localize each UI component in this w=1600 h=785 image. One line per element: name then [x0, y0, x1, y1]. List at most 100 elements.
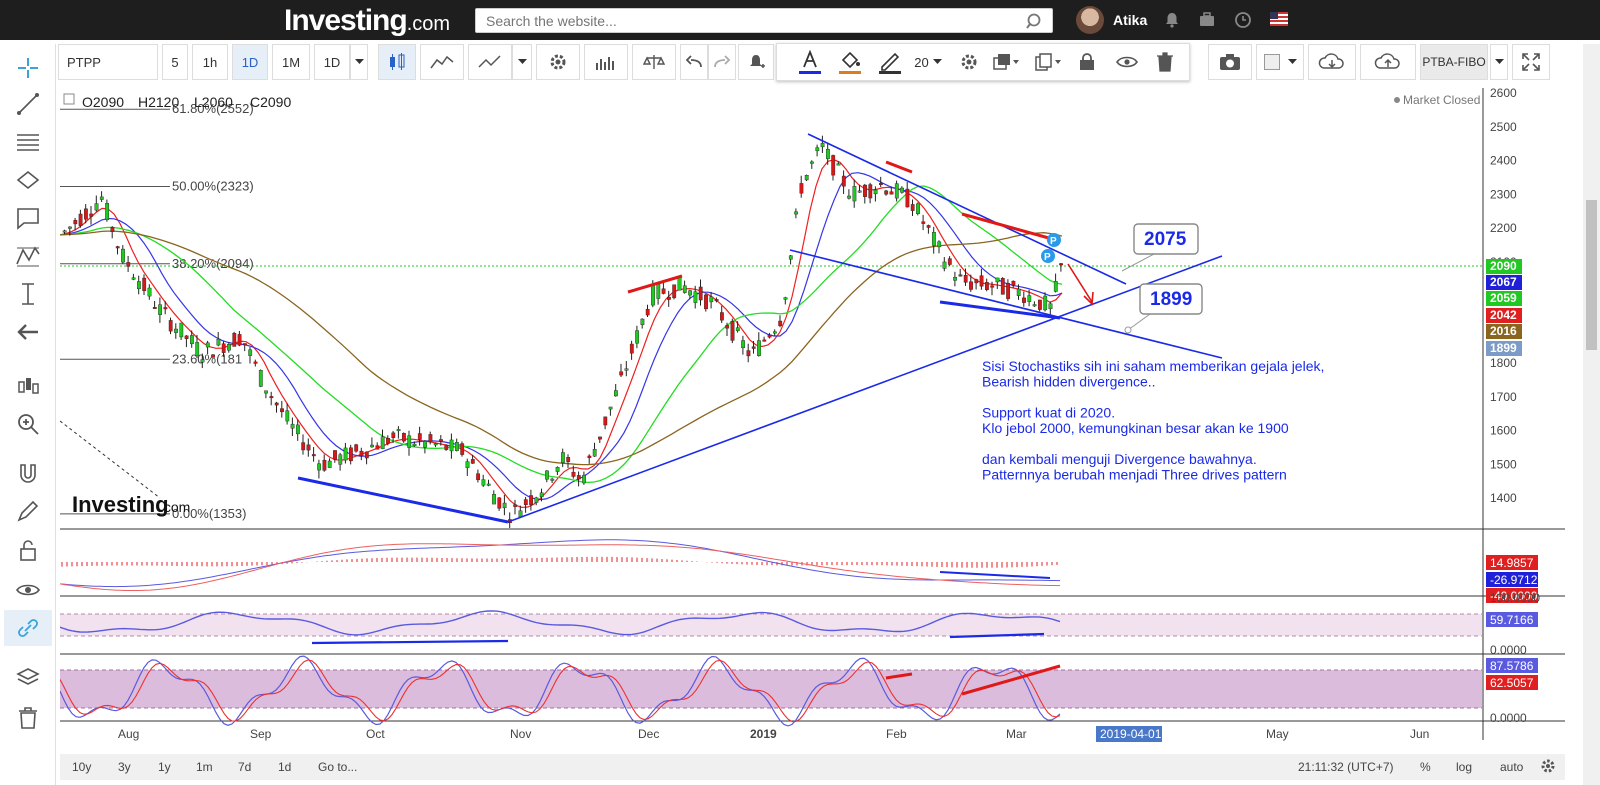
interval-dropdown-button[interactable] — [350, 44, 368, 80]
indicators-button[interactable] — [584, 44, 628, 80]
moving-averages — [60, 159, 1063, 509]
candlestick-icon — [390, 53, 405, 70]
fibonacci-retracement[interactable]: 61.80%(2552)50.00%(2323)38.20%(2094)23.6… — [59, 101, 254, 521]
time-axis-label: Feb — [886, 727, 907, 741]
investing-watermark-suffix: .com — [160, 499, 190, 515]
cloud-load-button[interactable] — [1308, 44, 1356, 80]
area-chart-button[interactable] — [420, 44, 464, 80]
scrollbar-thumb[interactable] — [1586, 200, 1597, 350]
background-color-button[interactable] — [1256, 44, 1304, 80]
candle-body — [465, 461, 470, 468]
legend-toggle-icon[interactable] — [63, 93, 75, 105]
range-10y[interactable]: 10y — [72, 760, 91, 774]
layers-icon[interactable] — [14, 664, 42, 692]
candle-body — [142, 277, 147, 292]
interval-1m[interactable]: 1M — [272, 44, 310, 80]
horizontal-lines-icon[interactable] — [14, 128, 42, 156]
compare-button[interactable] — [632, 44, 676, 80]
portfolio-icon[interactable] — [1197, 10, 1217, 30]
cloud-save-button[interactable] — [1360, 44, 1416, 80]
page-scrollbar[interactable] — [1583, 44, 1600, 785]
candle-body — [926, 225, 931, 228]
fibonacci-icon[interactable] — [14, 242, 42, 270]
trash-icon[interactable] — [14, 704, 42, 732]
trendline-icon[interactable] — [14, 90, 42, 118]
range-7d[interactable]: 7d — [238, 760, 251, 774]
line-chart-button[interactable] — [468, 44, 512, 80]
search-input[interactable] — [476, 9, 1016, 32]
range-1d[interactable]: 1d — [278, 760, 291, 774]
callout-pointer — [1127, 313, 1151, 331]
undo-button[interactable] — [680, 44, 708, 80]
candlesticks — [62, 135, 1064, 528]
clone-button[interactable] — [1030, 44, 1068, 80]
investing-logo[interactable]: Investing.com — [284, 4, 450, 38]
us-flag-icon[interactable] — [1270, 12, 1288, 26]
text-callout-icon[interactable] — [14, 204, 42, 232]
link-icon[interactable] — [14, 614, 42, 642]
pencil-lock-icon[interactable] — [14, 498, 42, 526]
bell-icon[interactable] — [1162, 10, 1182, 30]
magnet-icon[interactable] — [14, 460, 42, 488]
goto-button[interactable]: Go to... — [318, 760, 357, 774]
snapshot-button[interactable] — [1208, 44, 1252, 80]
interval-5[interactable]: 5 — [162, 44, 188, 80]
log-toggle[interactable]: log — [1456, 760, 1472, 774]
interval-select[interactable]: 1D — [314, 44, 350, 80]
search-icon[interactable] — [1026, 12, 1044, 30]
candle-body — [444, 444, 449, 450]
range-3y[interactable]: 3y — [118, 760, 131, 774]
template-name[interactable]: PTBA-FIBO — [1420, 44, 1488, 80]
candle-body — [375, 445, 380, 450]
eye-icon[interactable] — [14, 576, 42, 604]
alert-button[interactable] — [738, 44, 774, 80]
candle-body — [343, 447, 348, 461]
chart-area[interactable]: 61.80%(2552) 50.00%(2323) 38.20%(2094) 23.6… — [59, 86, 1565, 758]
lock-icon[interactable] — [14, 536, 42, 564]
candles-icon[interactable] — [14, 372, 42, 400]
settings-button[interactable] — [536, 44, 580, 80]
hide-drawing-button[interactable] — [1112, 44, 1142, 80]
measure-icon[interactable] — [14, 280, 42, 308]
candle-body — [873, 189, 878, 195]
candle-body — [963, 275, 968, 283]
auto-toggle[interactable]: auto — [1500, 760, 1523, 774]
line-color-button[interactable] — [874, 44, 906, 80]
symbol-field[interactable]: PTPP — [58, 44, 158, 80]
bring-front-button[interactable] — [988, 44, 1026, 80]
delete-drawing-button[interactable] — [1150, 44, 1180, 80]
font-size-select[interactable]: 20 — [910, 44, 946, 80]
crosshair-icon[interactable] — [14, 54, 42, 82]
percent-toggle[interactable]: % — [1420, 760, 1431, 774]
chart-type-dropdown[interactable] — [512, 44, 532, 80]
redo-button[interactable] — [708, 44, 736, 80]
candle-body — [136, 281, 141, 290]
gear-icon[interactable] — [1540, 758, 1556, 774]
candle-body — [539, 492, 544, 498]
candle-type-button[interactable] — [378, 44, 416, 80]
zoom-icon[interactable] — [14, 410, 42, 438]
text-color-button[interactable] — [794, 44, 826, 80]
range-1m[interactable]: 1m — [196, 760, 213, 774]
fullscreen-button[interactable] — [1512, 44, 1550, 80]
fill-color-button[interactable] — [834, 44, 866, 80]
lock-drawing-button[interactable] — [1072, 44, 1102, 80]
candle-body — [651, 285, 655, 306]
interval-1d[interactable]: 1D — [232, 44, 268, 80]
candle-body — [492, 494, 496, 505]
avatar[interactable] — [1076, 6, 1104, 34]
candle-body — [126, 262, 131, 267]
interval-1h[interactable]: 1h — [192, 44, 228, 80]
template-dropdown[interactable] — [1490, 44, 1508, 80]
back-arrow-icon[interactable] — [14, 318, 42, 346]
pattern-icon[interactable] — [14, 166, 42, 194]
clock-icon[interactable] — [1233, 10, 1253, 30]
annotation-text[interactable]: Sisi Stochastiks sih ini saham memberika… — [982, 358, 1324, 483]
price-chart[interactable]: 61.80%(2552)50.00%(2323)38.20%(2094)23.6… — [59, 86, 1565, 758]
drawing-settings-button[interactable] — [954, 44, 984, 80]
username[interactable]: Atika — [1113, 12, 1147, 28]
pencil-icon — [879, 52, 901, 74]
range-1y[interactable]: 1y — [158, 760, 171, 774]
candle-body — [518, 510, 523, 517]
top-navigation-bar: Investing.com Atika — [0, 0, 1600, 40]
